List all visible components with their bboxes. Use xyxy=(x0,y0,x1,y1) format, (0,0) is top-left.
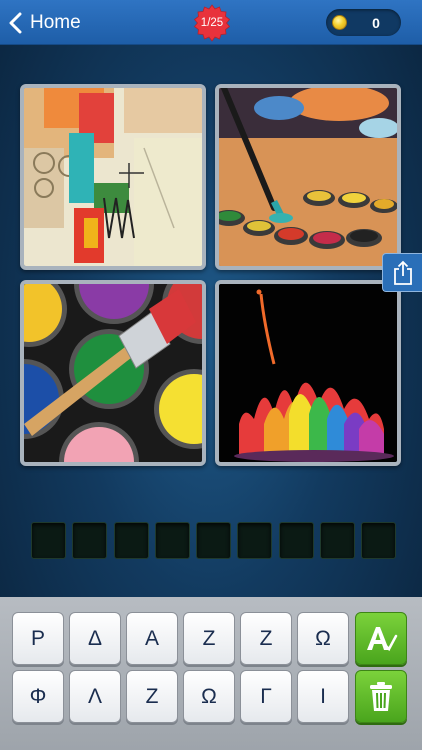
letter-key[interactable]: Φ xyxy=(12,670,64,723)
share-button[interactable] xyxy=(382,253,422,292)
coin-count: 0 xyxy=(372,14,380,31)
answer-slot[interactable] xyxy=(237,522,273,559)
letter-key[interactable]: Ρ xyxy=(12,612,64,665)
coin-icon xyxy=(332,15,347,30)
letter-keyboard: Ρ Δ Α Ζ Ζ Ω Φ Λ Ζ Ω Γ Ι xyxy=(0,597,422,750)
letter-key[interactable]: Α xyxy=(126,612,178,665)
chevron-left-icon xyxy=(9,12,22,34)
coin-counter[interactable]: 0 xyxy=(326,9,401,36)
letter-key[interactable]: Ζ xyxy=(240,612,292,665)
letter-key[interactable]: Γ xyxy=(240,670,292,723)
letter-hint-icon xyxy=(367,626,398,651)
picture-4-rainbow-splash[interactable] xyxy=(215,280,401,466)
answer-slot[interactable] xyxy=(278,522,314,559)
letter-key[interactable]: Ζ xyxy=(126,670,178,723)
top-bar: Home 1/25 0 xyxy=(0,0,422,45)
answer-slot[interactable] xyxy=(319,522,355,559)
remove-letters-button[interactable] xyxy=(355,670,407,723)
share-icon xyxy=(393,260,412,285)
letter-key[interactable]: Ζ xyxy=(183,612,235,665)
home-label: Home xyxy=(30,12,81,33)
answer-slots xyxy=(31,522,396,560)
picture-1-abstract-painting[interactable] xyxy=(20,84,206,270)
letter-key[interactable]: Λ xyxy=(69,670,121,723)
trash-icon xyxy=(370,681,392,711)
answer-slot[interactable] xyxy=(113,522,149,559)
letter-key[interactable]: Ω xyxy=(297,612,349,665)
picture-2-watercolor-palette[interactable] xyxy=(215,84,401,270)
level-indicator: 1/25 xyxy=(200,17,224,29)
answer-slot[interactable] xyxy=(72,522,108,559)
letter-key[interactable]: Ω xyxy=(183,670,235,723)
answer-slot[interactable] xyxy=(196,522,231,559)
answer-slot[interactable] xyxy=(154,522,190,559)
reveal-letter-button[interactable] xyxy=(355,612,407,665)
level-badge: 1/25 xyxy=(193,4,231,42)
letter-key[interactable]: Δ xyxy=(69,612,121,665)
answer-slot[interactable] xyxy=(31,522,66,559)
picture-3-paint-cans[interactable] xyxy=(20,280,206,466)
answer-slot[interactable] xyxy=(361,522,396,559)
letter-key[interactable]: Ι xyxy=(297,670,349,723)
home-button[interactable]: Home xyxy=(8,8,81,38)
